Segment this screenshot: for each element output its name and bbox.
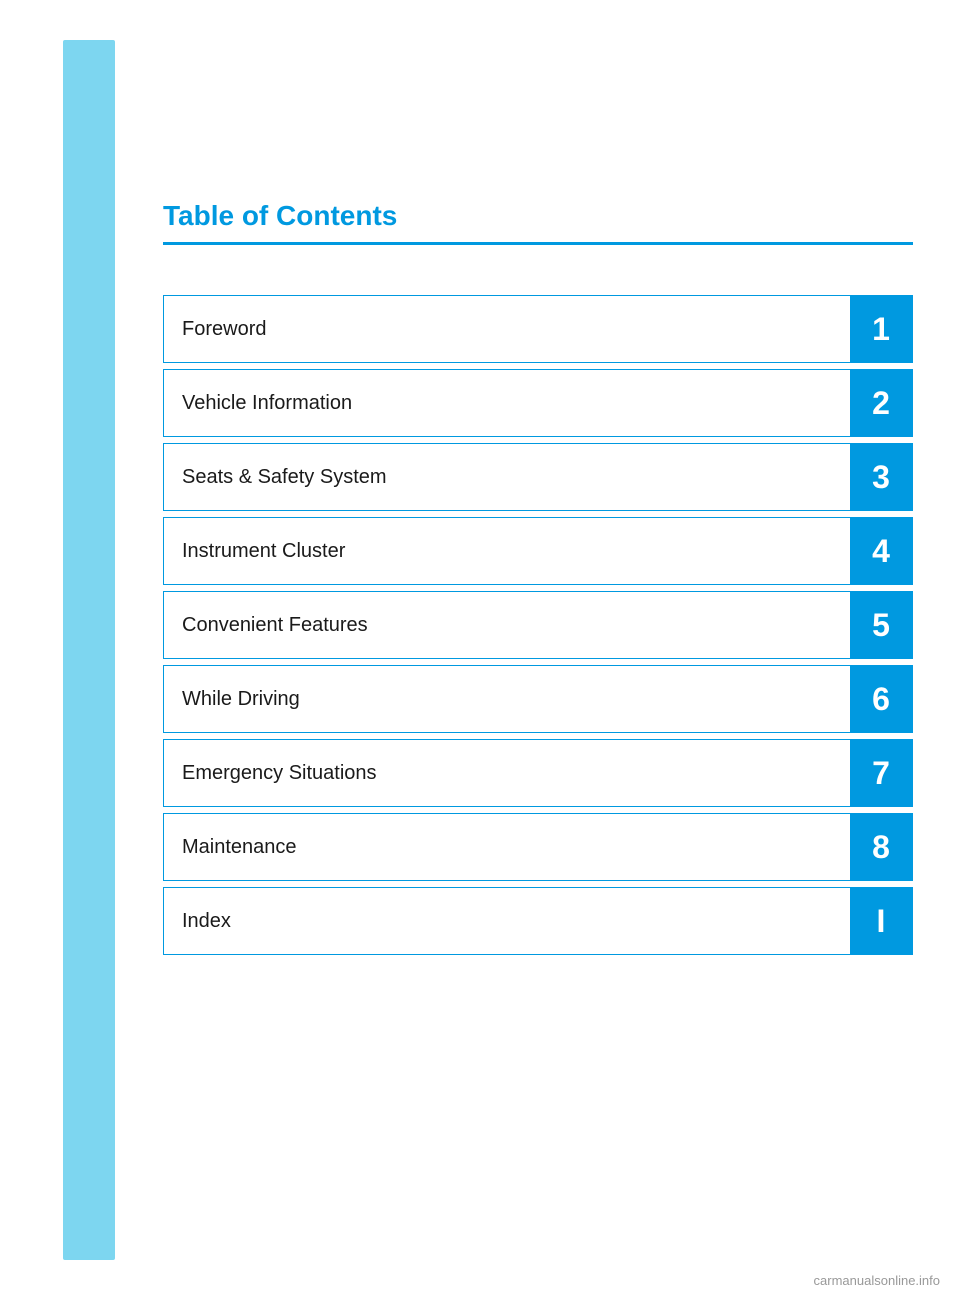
toc-item-number: 6 <box>850 666 912 732</box>
toc-list: Foreword1Vehicle Information2Seats & Saf… <box>163 295 913 955</box>
toc-item-label: Seats & Safety System <box>164 444 850 510</box>
left-accent-bar <box>63 40 115 1260</box>
toc-item[interactable]: Seats & Safety System3 <box>163 443 913 511</box>
toc-item-number: 3 <box>850 444 912 510</box>
toc-item[interactable]: Maintenance8 <box>163 813 913 881</box>
toc-item-label: Index <box>164 888 850 954</box>
toc-item-label: Vehicle Information <box>164 370 850 436</box>
toc-item-number: 4 <box>850 518 912 584</box>
toc-item-label: While Driving <box>164 666 850 732</box>
toc-item[interactable]: While Driving6 <box>163 665 913 733</box>
footer-watermark: carmanualsonline.info <box>814 1273 940 1288</box>
toc-item[interactable]: Foreword1 <box>163 295 913 363</box>
toc-item[interactable]: Convenient Features5 <box>163 591 913 659</box>
title-underline <box>163 242 913 245</box>
toc-item-label: Maintenance <box>164 814 850 880</box>
toc-item-number: 7 <box>850 740 912 806</box>
toc-item[interactable]: Instrument Cluster4 <box>163 517 913 585</box>
toc-item-label: Foreword <box>164 296 850 362</box>
toc-item-number: 2 <box>850 370 912 436</box>
toc-item-number: 8 <box>850 814 912 880</box>
toc-item-number: 1 <box>850 296 912 362</box>
toc-item-label: Convenient Features <box>164 592 850 658</box>
page-title: Table of Contents <box>163 200 913 232</box>
toc-item[interactable]: Emergency Situations7 <box>163 739 913 807</box>
toc-item[interactable]: IndexI <box>163 887 913 955</box>
toc-item-label: Emergency Situations <box>164 740 850 806</box>
main-content: Table of Contents Foreword1Vehicle Infor… <box>163 200 913 955</box>
toc-item-number: 5 <box>850 592 912 658</box>
toc-item-number: I <box>850 888 912 954</box>
toc-item[interactable]: Vehicle Information2 <box>163 369 913 437</box>
toc-item-label: Instrument Cluster <box>164 518 850 584</box>
